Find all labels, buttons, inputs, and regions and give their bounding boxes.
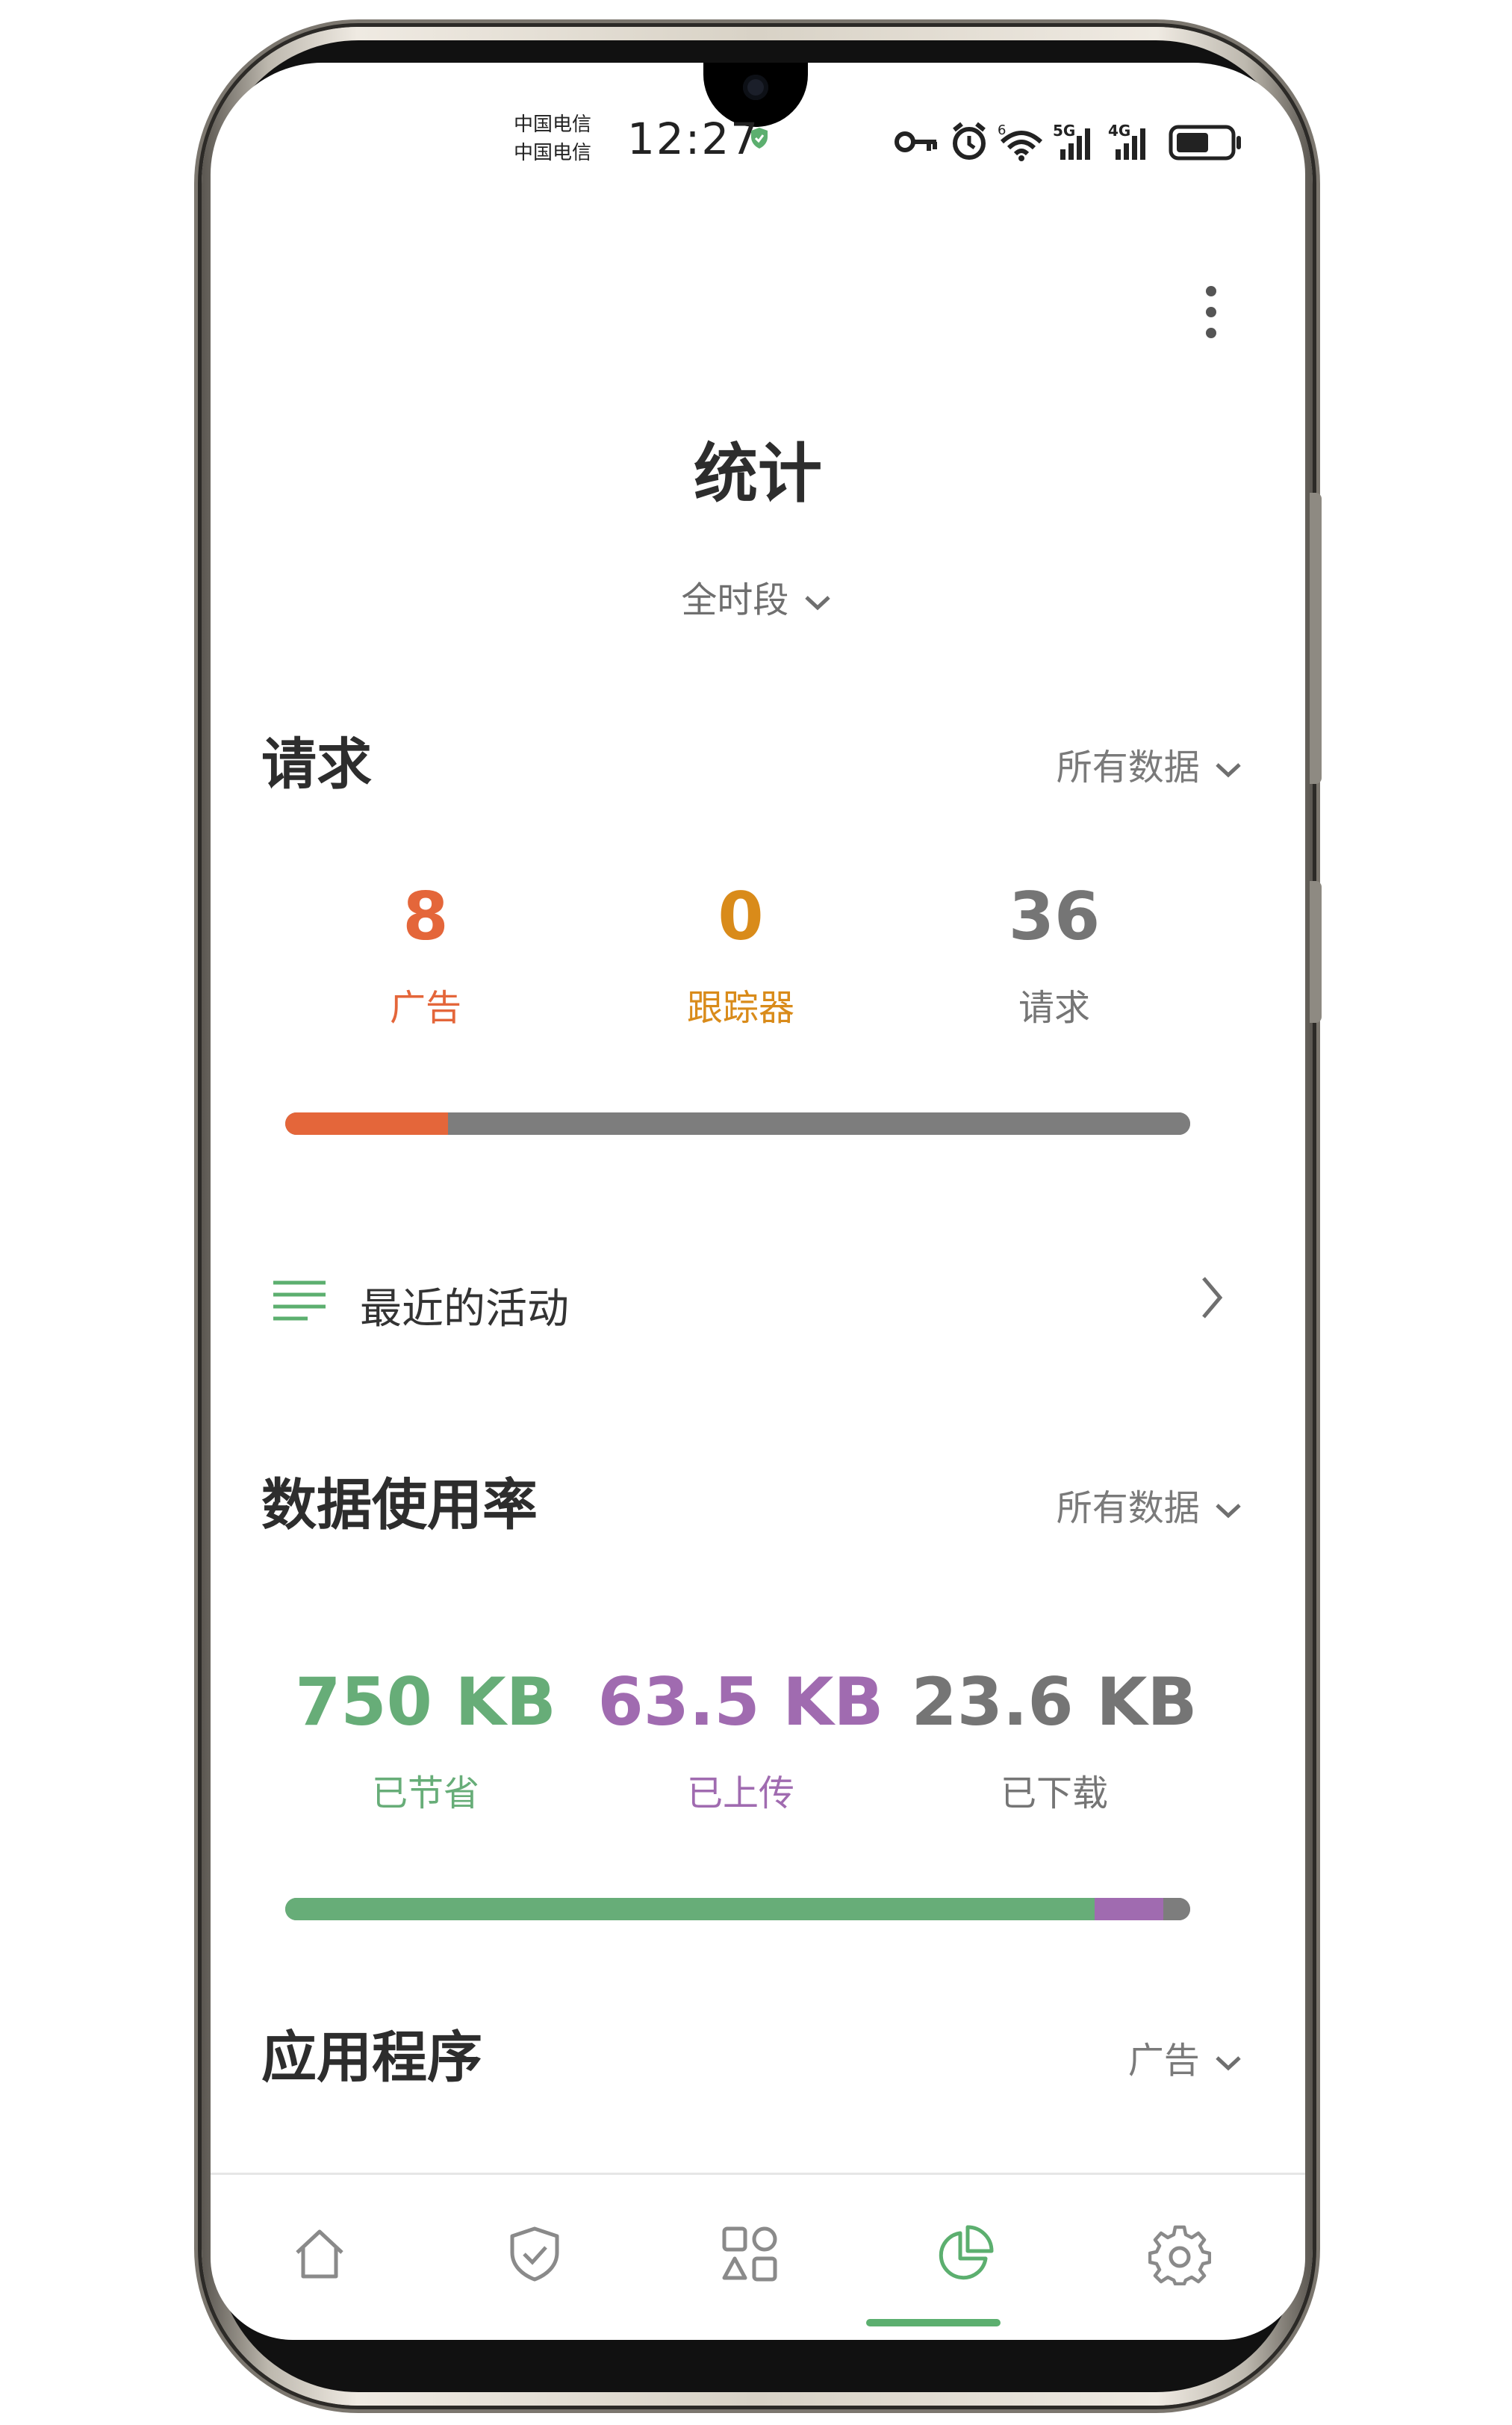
requests-filter-dropdown[interactable]: 所有数据 [1057,738,1245,790]
carrier-label: 中国电信 [514,142,592,164]
tab-apps[interactable] [705,2213,794,2295]
apps-grid-icon [722,2226,777,2282]
period-label: 全时段 [681,579,789,621]
carrier-label: 中国电信 [514,113,592,136]
bar-segment-saved [285,1898,1095,1920]
requests-filter-label: 所有数据 [1056,747,1200,788]
requests-stat: 36 请求 [897,884,1211,1030]
tab-protection[interactable] [490,2213,579,2295]
bar-segment-ads [285,1112,449,1135]
saved-stat: 750 KB 已节省 [269,1669,582,1816]
screen: 中国电信 中国电信 12:27 6 5G 4G 统计 全时段 请求 所有数据 8… [211,63,1305,2340]
period-dropdown[interactable]: 全时段 [211,570,1305,623]
data-usage-progress-bar [285,1898,1190,1920]
ads-count: 8 [402,878,449,955]
vpn-key-icon [895,131,937,152]
uploaded-stat: 63.5 KB 已上传 [584,1669,897,1816]
status-time: 12:27 [627,113,760,164]
data-usage-filter-label: 所有数据 [1056,1487,1200,1529]
recent-activity-row[interactable]: 最近的活动 [255,1250,1226,1347]
downloaded-label: 已下载 [1000,1772,1108,1814]
requests-title: 请求 [261,732,372,797]
volume-button [1310,493,1322,784]
more-vert-icon [1206,286,1216,338]
uploaded-value: 63.5 KB [597,1663,884,1740]
alarm-icon [953,122,986,160]
apps-filter-label: 广告 [1127,2040,1200,2082]
apps-filter-dropdown[interactable]: 广告 [1128,2031,1245,2083]
signal-4g-icon: 4G [1108,122,1145,160]
data-usage-filter-dropdown[interactable]: 所有数据 [1057,1478,1245,1531]
chevron-down-icon [804,596,830,611]
chevron-down-icon [1216,1504,1241,1519]
saved-label: 已节省 [371,1772,479,1814]
tab-home[interactable] [275,2213,364,2295]
tab-statistics[interactable] [920,2213,1009,2295]
chevron-down-icon [1216,763,1241,778]
list-lines-icon [273,1280,326,1321]
tab-bar-divider [211,2173,1305,2175]
status-icons: 6 5G 4G [892,119,1265,164]
more-options-button[interactable] [1189,279,1233,346]
svg-text:5G: 5G [1053,122,1075,140]
wifi-icon: 6 [998,122,1043,161]
requests-count: 36 [1008,878,1101,955]
active-tab-indicator [866,2319,1001,2326]
svg-text:4G: 4G [1108,122,1130,140]
recent-activity-label: 最近的活动 [360,1285,569,1333]
battery-icon [1169,125,1241,161]
trackers-count: 0 [718,878,764,955]
chevron-down-icon [1216,2056,1241,2071]
downloaded-value: 23.6 KB [911,1663,1198,1740]
svg-text:6: 6 [998,122,1006,138]
shield-icon [510,2226,559,2282]
apps-title: 应用程序 [261,2026,482,2090]
bar-segment-downloaded [1163,1898,1190,1920]
downloaded-stat: 23.6 KB 已下载 [897,1669,1211,1816]
data-usage-title: 数据使用率 [261,1473,538,1537]
saved-value: 750 KB [295,1663,556,1740]
home-icon [296,2229,343,2279]
page-title: 统计 [694,437,822,511]
bar-segment-uploaded [1094,1898,1163,1920]
chevron-right-icon [1202,1277,1223,1319]
requests-label: 请求 [1018,987,1090,1029]
power-button [1310,881,1322,1023]
gear-icon [1148,2225,1211,2285]
pie-chart-icon [939,2225,994,2280]
ads-label: 广告 [389,987,461,1029]
front-camera [743,75,768,100]
trackers-stat: 0 跟踪器 [584,884,897,1030]
uploaded-label: 已上传 [686,1772,794,1814]
secure-shield-icon [750,127,769,152]
bar-segment-other [448,1112,1190,1135]
trackers-label: 跟踪器 [686,987,794,1029]
ads-stat: 8 广告 [269,884,582,1030]
tab-settings[interactable] [1135,2213,1225,2295]
requests-progress-bar [285,1112,1190,1135]
signal-5g-icon: 5G [1053,122,1090,160]
